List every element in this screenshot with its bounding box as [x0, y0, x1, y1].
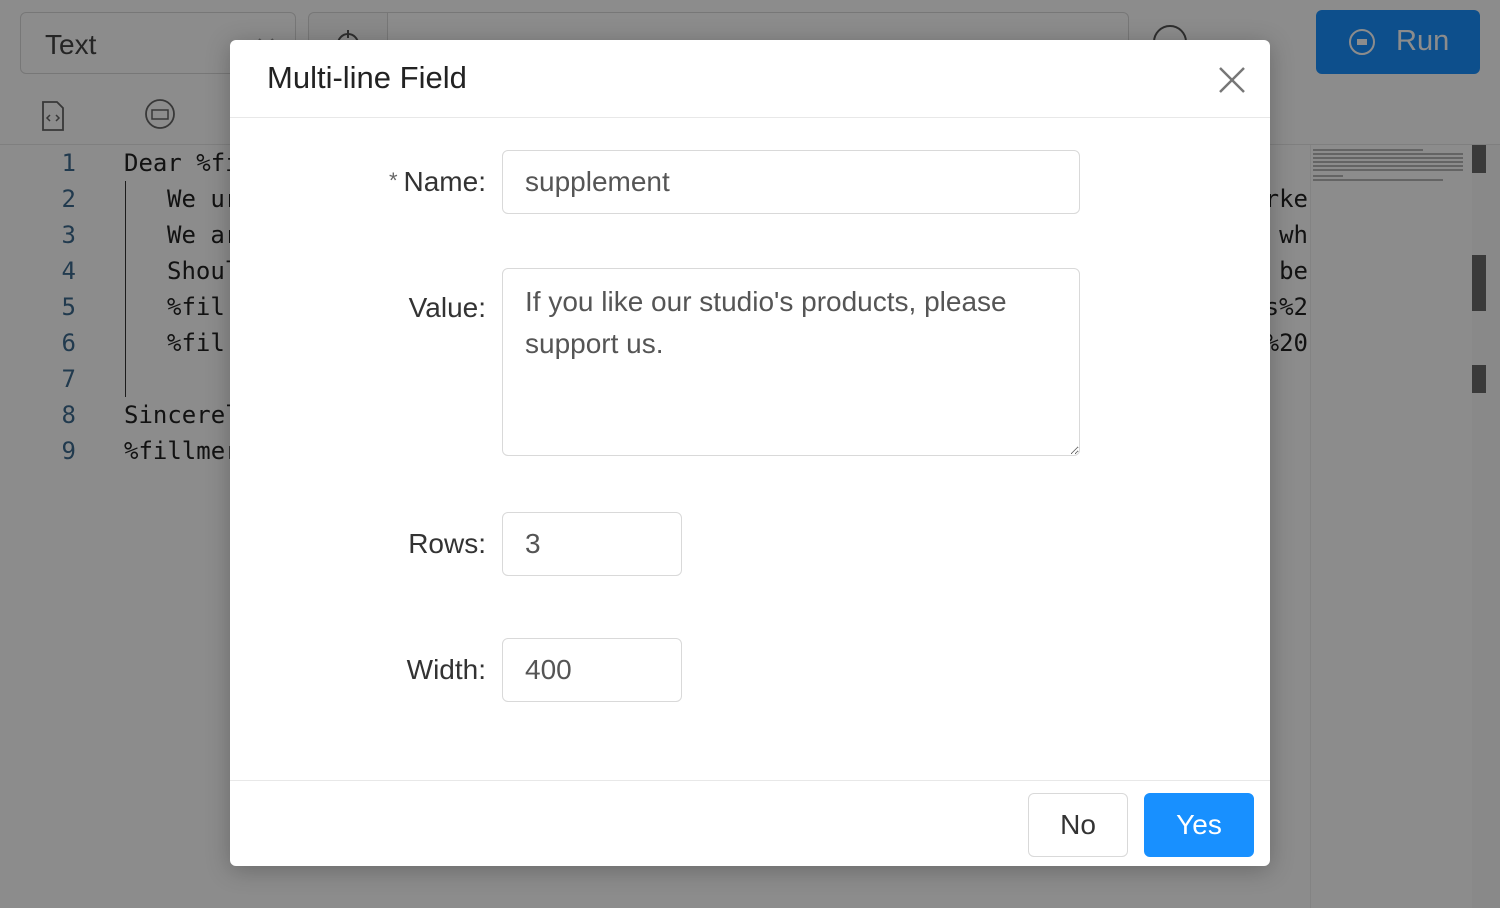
required-mark: *: [388, 168, 398, 193]
dialog-header: Multi-line Field: [230, 40, 1270, 118]
value-textarea[interactable]: [502, 268, 1080, 456]
multi-line-field-dialog: Multi-line Field *Name: Value: Rows: Wid…: [230, 40, 1270, 866]
dialog-title: Multi-line Field: [267, 60, 467, 95]
no-button[interactable]: No: [1028, 793, 1128, 857]
rows-input[interactable]: [502, 512, 682, 576]
name-input[interactable]: [502, 150, 1080, 214]
yes-button[interactable]: Yes: [1144, 793, 1254, 857]
value-label: Value:: [408, 292, 486, 323]
width-label: Width:: [406, 654, 486, 685]
name-label: * Name:: [388, 166, 486, 197]
width-input[interactable]: [502, 638, 682, 702]
close-icon[interactable]: [1214, 62, 1250, 98]
dialog-footer: No Yes: [230, 780, 1270, 867]
rows-label: Rows:: [408, 528, 486, 559]
